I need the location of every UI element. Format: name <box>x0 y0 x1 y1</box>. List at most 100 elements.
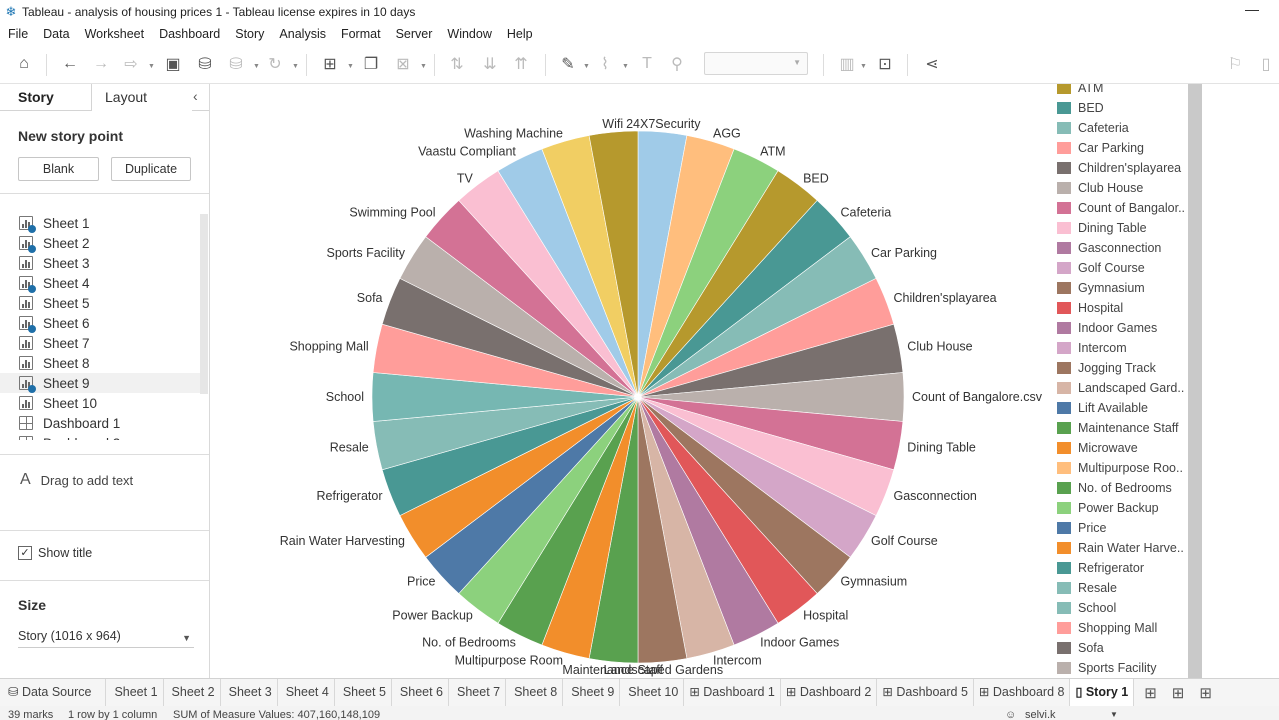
legend-item[interactable]: Refrigerator <box>1057 558 1144 578</box>
sheet-tab[interactable]: ⛁ Data Source <box>0 679 107 706</box>
menu-help[interactable]: Help <box>507 27 533 41</box>
highlight-icon[interactable]: ✎ <box>555 52 581 76</box>
blank-button[interactable]: Blank <box>18 157 99 181</box>
redo-icon[interactable]: → <box>88 52 114 76</box>
legend-item[interactable]: Intercom <box>1057 338 1127 358</box>
duplicate-button[interactable]: Duplicate <box>111 157 191 181</box>
home-icon[interactable]: ⌂ <box>11 52 37 76</box>
sheet-list-item[interactable]: Sheet 10 <box>0 393 200 413</box>
legend-item[interactable]: Landscaped Gard.. <box>1057 378 1184 398</box>
sort-ascending-icon[interactable]: ⇊ <box>477 52 503 76</box>
legend-item[interactable]: Cafeteria <box>1057 118 1129 138</box>
sheet-list-item[interactable]: Sheet 3 <box>0 253 200 273</box>
legend-scrollbar[interactable] <box>1188 84 1202 678</box>
sheet-list-item[interactable]: Sheet 9 <box>0 373 200 393</box>
minimize-icon[interactable]: — <box>1245 1 1259 17</box>
format-painter-icon[interactable]: ⚐ <box>1222 52 1248 76</box>
legend-item[interactable]: Indoor Games <box>1057 318 1157 338</box>
menu-window[interactable]: Window <box>447 27 491 41</box>
sheet-tab[interactable]: ⊞ Dashboard 2 <box>781 679 878 706</box>
sheet-tab[interactable]: ⊞ Dashboard 8 <box>974 679 1071 706</box>
tab-layout[interactable]: Layout <box>92 84 192 111</box>
save-icon[interactable]: ▣ <box>160 52 186 76</box>
menu-data[interactable]: Data <box>43 27 69 41</box>
sheet-list-item[interactable]: Sheet 8 <box>0 353 200 373</box>
new-story-tab-icon[interactable]: ⊞ <box>1199 684 1212 702</box>
legend-item[interactable]: Microwave <box>1057 438 1138 458</box>
legend-item[interactable]: ATM <box>1057 84 1103 98</box>
sheet-tab[interactable]: Sheet 10 <box>620 679 685 706</box>
legend-item[interactable]: No. of Bedrooms <box>1057 478 1172 498</box>
menu-worksheet[interactable]: Worksheet <box>85 27 145 41</box>
legend-item[interactable]: Rain Water Harve.. <box>1057 538 1184 558</box>
legend-item[interactable]: Car Parking <box>1057 138 1144 158</box>
sort-descending-icon[interactable]: ⇈ <box>508 52 534 76</box>
refresh-icon[interactable]: ↻ <box>262 52 288 76</box>
size-dropdown[interactable]: Story (1016 x 964) ▼ <box>18 626 194 648</box>
sheet-tab[interactable]: ▯ Story 1 <box>1070 679 1135 706</box>
swap-icon[interactable]: ⇅ <box>444 52 470 76</box>
tab-story[interactable]: Story <box>0 84 92 111</box>
sheet-list-scrollbar[interactable] <box>200 214 208 394</box>
legend-item[interactable]: Sofa <box>1057 638 1104 658</box>
pause-updates-icon[interactable]: ⛁ <box>223 52 249 76</box>
show-title-checkbox[interactable]: ✓ Show title <box>18 546 92 560</box>
legend-item[interactable]: Resale <box>1057 578 1117 598</box>
legend-item[interactable]: Jogging Track <box>1057 358 1156 378</box>
sheet-tab[interactable]: Sheet 3 <box>221 679 278 706</box>
legend-item[interactable]: School <box>1057 598 1116 618</box>
legend-item[interactable]: Power Backup <box>1057 498 1159 518</box>
sheet-tab[interactable]: Sheet 4 <box>278 679 335 706</box>
label-icon[interactable]: T <box>634 52 660 76</box>
legend-item[interactable]: Hospital <box>1057 298 1123 318</box>
collapse-panel-icon[interactable]: ‹ <box>193 88 198 104</box>
pin-icon[interactable]: ⚲ <box>664 52 690 76</box>
drag-text-item[interactable]: A Drag to add text <box>20 471 133 489</box>
legend-item[interactable]: BED <box>1057 98 1104 118</box>
sheet-list-item[interactable]: Sheet 5 <box>0 293 200 313</box>
legend-item[interactable]: Sports Facility <box>1057 658 1157 678</box>
group-icon[interactable]: ⌇ <box>592 52 618 76</box>
fit-icon[interactable]: ▥ <box>834 52 860 76</box>
sheet-tab[interactable]: ⊞ Dashboard 1 <box>684 679 781 706</box>
sheet-tab[interactable]: Sheet 8 <box>506 679 564 706</box>
legend-item[interactable]: Dining Table <box>1057 218 1147 238</box>
sheet-tab[interactable]: Sheet 1 <box>106 679 164 706</box>
new-data-source-icon[interactable]: ⛁ <box>192 52 218 76</box>
sheet-list-item[interactable]: Dashboard 2 <box>0 433 200 440</box>
sheet-tab[interactable]: Sheet 9 <box>563 679 621 706</box>
sheet-tab[interactable]: Sheet 5 <box>335 679 392 706</box>
menu-format[interactable]: Format <box>341 27 381 41</box>
legend-item[interactable]: Count of Bangalor.. <box>1057 198 1185 218</box>
legend-item[interactable]: Gymnasium <box>1057 278 1145 298</box>
new-dashboard-tab-icon[interactable]: ⊞ <box>1172 684 1185 702</box>
sheet-tab[interactable]: ⊞ Dashboard 5 <box>877 679 974 706</box>
sheet-list-item[interactable]: Sheet 7 <box>0 333 200 353</box>
legend-item[interactable]: Multipurpose Roo.. <box>1057 458 1183 478</box>
legend-item[interactable]: Children'splayarea <box>1057 158 1181 178</box>
legend-item[interactable]: Lift Available <box>1057 398 1148 418</box>
menu-analysis[interactable]: Analysis <box>279 27 326 41</box>
show-me-icon[interactable]: ▯ <box>1253 52 1279 76</box>
legend-item[interactable]: Gasconnection <box>1057 238 1161 258</box>
undo-icon[interactable]: ← <box>57 52 83 76</box>
menu-file[interactable]: File <box>8 27 28 41</box>
legend-item[interactable]: Price <box>1057 518 1106 538</box>
sheet-tab[interactable]: Sheet 6 <box>392 679 449 706</box>
sheet-list-item[interactable]: Sheet 4 <box>0 273 200 293</box>
presentation-icon[interactable]: ⊡ <box>872 52 898 76</box>
sheet-tab[interactable]: Sheet 7 <box>449 679 507 706</box>
status-user[interactable]: selvi.k <box>1025 709 1056 720</box>
legend-item[interactable]: Shopping Mall <box>1057 618 1157 638</box>
menu-story[interactable]: Story <box>235 27 264 41</box>
legend-item[interactable]: Club House <box>1057 178 1143 198</box>
sheet-tab[interactable]: Sheet 2 <box>164 679 221 706</box>
share-icon[interactable]: ⋖ <box>919 52 945 76</box>
fit-dropdown[interactable]: ▼ <box>704 52 808 75</box>
sheet-list-item[interactable]: Sheet 6 <box>0 313 200 333</box>
chevron-down-icon[interactable]: ▼ <box>1110 710 1118 719</box>
duplicate-sheet-icon[interactable]: ❐ <box>358 52 384 76</box>
sheet-list-item[interactable]: Sheet 1 <box>0 213 200 233</box>
new-worksheet-tab-icon[interactable]: ⊞ <box>1144 684 1157 702</box>
new-worksheet-icon[interactable]: ⊞ <box>317 52 343 76</box>
